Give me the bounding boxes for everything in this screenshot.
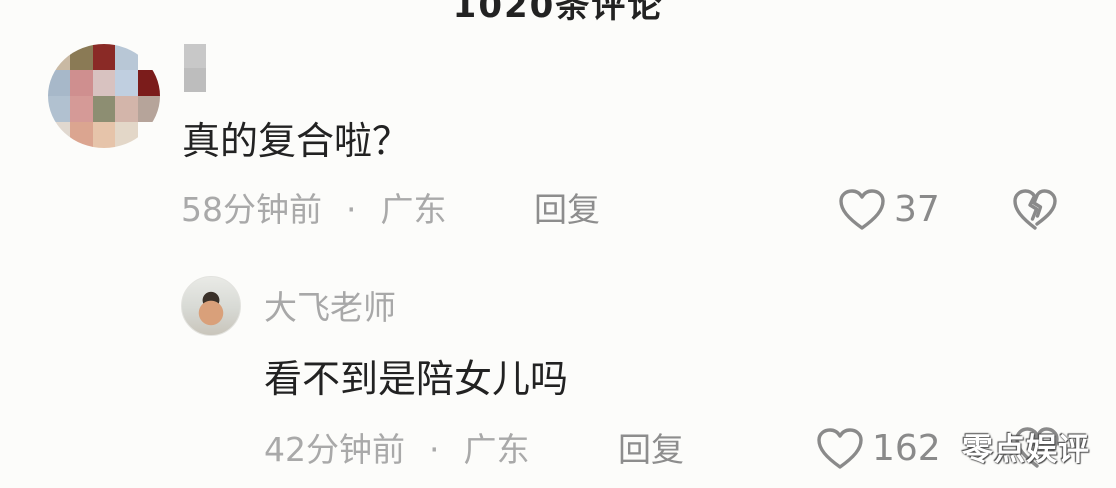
heart-outline-icon — [839, 189, 885, 230]
broken-heart-icon — [1013, 189, 1057, 230]
watermark: 零点娱评 — [962, 432, 1090, 468]
dislike-button[interactable] — [1012, 188, 1058, 236]
timestamp: 42分钟前 — [264, 430, 405, 469]
comment-text: 真的复合啦？ — [182, 119, 411, 163]
meta-separator: · — [429, 430, 440, 469]
meta-separator: · — [346, 190, 357, 229]
comment-meta: 58分钟前 · 广东 — [181, 188, 447, 232]
reply-comment-text: 看不到是陪女儿吗 — [264, 357, 569, 401]
comments-count-title: 1020条评论 — [452, 0, 664, 26]
reply-username[interactable]: 大飞老师 — [264, 286, 396, 330]
like-button[interactable]: 37 — [838, 188, 940, 232]
like-count: 37 — [894, 189, 940, 230]
reply-avatar[interactable] — [181, 276, 241, 336]
reply-meta: 42分钟前 · 广东 — [264, 428, 530, 472]
location: 广东 — [380, 190, 447, 229]
timestamp: 58分钟前 — [181, 190, 322, 229]
username[interactable] — [184, 44, 206, 92]
like-button[interactable]: 162 — [816, 427, 941, 471]
avatar[interactable] — [48, 44, 160, 148]
heart-outline-icon — [817, 428, 863, 469]
like-count: 162 — [872, 428, 941, 469]
reply-button[interactable]: 回复 — [618, 428, 684, 472]
location: 广东 — [463, 430, 530, 469]
reply-button[interactable]: 回复 — [534, 188, 600, 232]
